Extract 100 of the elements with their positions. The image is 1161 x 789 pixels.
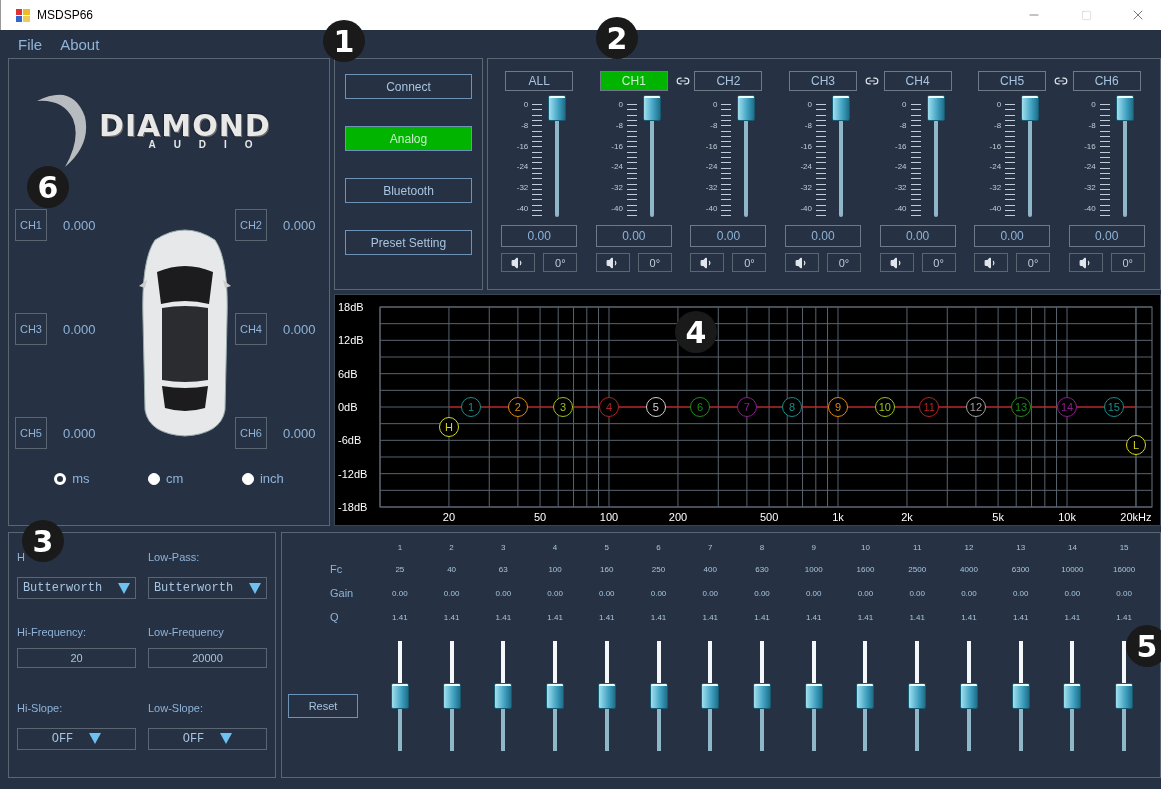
filter-dropdown[interactable]: OFF xyxy=(17,727,136,750)
gain-slider[interactable] xyxy=(854,641,877,751)
volume-fader[interactable] xyxy=(1113,95,1136,219)
fader-thumb[interactable] xyxy=(642,95,661,121)
gain-slider[interactable] xyxy=(699,641,722,751)
frequency-field[interactable]: 20 xyxy=(17,648,136,669)
slider-thumb[interactable] xyxy=(701,683,720,709)
channel-button[interactable]: CH4 xyxy=(883,71,952,91)
volume-fader[interactable] xyxy=(924,95,947,219)
gain-slider[interactable] xyxy=(544,641,567,751)
menu-item[interactable]: About xyxy=(56,35,104,53)
speaker-channel-button[interactable]: CH6 xyxy=(235,417,267,449)
volume-field[interactable]: 0.00 xyxy=(690,225,767,247)
slider-thumb[interactable] xyxy=(1115,683,1134,709)
reset-button[interactable]: Reset xyxy=(288,694,358,718)
mute-button[interactable] xyxy=(595,253,630,272)
axis-label: 50 xyxy=(533,511,547,523)
scale-label: 0 xyxy=(995,101,1002,109)
slider-thumb[interactable] xyxy=(1063,683,1082,709)
speaker-channel-button[interactable]: CH2 xyxy=(235,209,267,241)
phase-button[interactable]: 0° xyxy=(1016,253,1051,272)
slider-thumb[interactable] xyxy=(753,683,771,709)
window-title: MSDSP66 xyxy=(37,8,95,22)
slider-thumb[interactable] xyxy=(908,683,927,709)
slider-thumb[interactable] xyxy=(959,683,978,709)
slider-thumb[interactable] xyxy=(856,683,875,709)
gain-slider[interactable] xyxy=(492,641,515,751)
gain-slider[interactable] xyxy=(647,641,670,751)
speaker-channel-button[interactable]: CH1 xyxy=(15,209,47,241)
channel-button[interactable]: CH3 xyxy=(789,71,857,91)
phase-button[interactable]: 0° xyxy=(1110,253,1145,272)
source-button[interactable]: Bluetooth xyxy=(345,178,472,203)
unit-radio[interactable]: ms xyxy=(54,471,90,486)
gain-slider[interactable] xyxy=(440,641,463,751)
unit-radio[interactable]: cm xyxy=(148,471,184,486)
mute-button[interactable] xyxy=(974,253,1009,272)
slider-thumb[interactable] xyxy=(649,683,668,709)
source-button[interactable]: Connect xyxy=(345,74,472,99)
slider-thumb[interactable] xyxy=(597,683,616,709)
filter-dropdown[interactable]: Butterworth xyxy=(17,577,136,599)
q-value: 1.41 xyxy=(960,612,978,622)
speaker-channel-button[interactable]: CH3 xyxy=(15,313,47,345)
fader-thumb[interactable] xyxy=(832,95,850,121)
frequency-field[interactable]: 20000 xyxy=(148,648,267,669)
mute-button[interactable] xyxy=(690,253,725,272)
volume-field[interactable]: 0.00 xyxy=(1068,225,1145,247)
phase-button[interactable]: 0° xyxy=(827,253,861,272)
gain-slider[interactable] xyxy=(595,641,618,751)
gain-slider[interactable] xyxy=(751,641,773,751)
fader-thumb[interactable] xyxy=(737,95,756,121)
gain-slider[interactable] xyxy=(802,641,825,751)
slider-thumb[interactable] xyxy=(494,683,513,709)
mute-button[interactable] xyxy=(1068,253,1103,272)
filter-dropdown[interactable]: Butterworth xyxy=(148,577,267,599)
gain-slider[interactable] xyxy=(906,641,929,751)
link-icon[interactable] xyxy=(676,74,691,88)
channel-button[interactable]: CH2 xyxy=(694,71,763,91)
phase-button[interactable]: 0° xyxy=(921,253,956,272)
volume-field[interactable]: 0.00 xyxy=(974,225,1051,247)
volume-field[interactable]: 0.00 xyxy=(595,225,672,247)
mute-button[interactable] xyxy=(501,253,536,272)
slider-thumb[interactable] xyxy=(442,683,461,709)
volume-fader[interactable] xyxy=(640,95,663,219)
gain-slider[interactable] xyxy=(957,641,980,751)
slider-thumb[interactable] xyxy=(1011,683,1030,709)
gain-slider[interactable] xyxy=(1061,641,1084,751)
axis-label: 0dB xyxy=(338,401,358,413)
filter-dropdown[interactable]: OFF xyxy=(148,727,267,750)
volume-fader[interactable] xyxy=(830,95,852,219)
channel-button[interactable]: CH6 xyxy=(1072,71,1141,91)
filter-label: Hi-Slope: xyxy=(17,701,64,714)
volume-field[interactable]: 0.00 xyxy=(501,225,578,247)
fader-thumb[interactable] xyxy=(1115,95,1134,121)
phase-button[interactable]: 0° xyxy=(543,253,578,272)
fader-thumb[interactable] xyxy=(926,95,945,121)
source-button[interactable]: Preset Setting xyxy=(345,230,472,255)
volume-fader[interactable] xyxy=(546,95,569,219)
slider-thumb[interactable] xyxy=(546,683,565,709)
volume-fader[interactable] xyxy=(1019,95,1042,219)
phase-button[interactable]: 0° xyxy=(732,253,767,272)
channel-button[interactable]: CH5 xyxy=(978,71,1047,91)
link-icon[interactable] xyxy=(1054,74,1069,88)
gain-slider[interactable] xyxy=(1009,641,1032,751)
mute-button[interactable] xyxy=(785,253,819,272)
speaker-channel-button[interactable]: CH5 xyxy=(15,417,47,449)
volume-field[interactable]: 0.00 xyxy=(879,225,956,247)
link-icon[interactable] xyxy=(865,74,880,88)
channel-button[interactable]: ALL xyxy=(505,71,574,91)
fader-thumb[interactable] xyxy=(548,95,567,121)
phase-button[interactable]: 0° xyxy=(637,253,672,272)
mute-button[interactable] xyxy=(879,253,914,272)
slider-thumb[interactable] xyxy=(390,683,409,709)
gain-slider[interactable] xyxy=(388,641,411,751)
menu-item[interactable]: File xyxy=(14,35,47,53)
volume-field[interactable]: 0.00 xyxy=(785,225,861,247)
fader-thumb[interactable] xyxy=(1021,95,1040,121)
unit-radio[interactable]: inch xyxy=(241,471,284,486)
volume-fader[interactable] xyxy=(735,95,758,219)
slider-thumb[interactable] xyxy=(804,683,823,709)
speaker-channel-button[interactable]: CH4 xyxy=(235,313,267,345)
